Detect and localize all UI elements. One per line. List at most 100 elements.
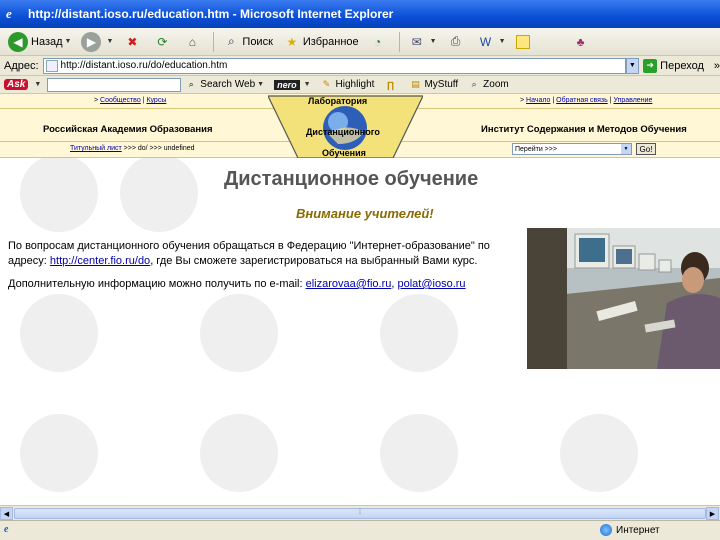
header-links-right: > Начало | Обратная связь | Управление [520, 97, 653, 104]
org-right: Институт Содержания и Методов Обучения [481, 124, 687, 135]
search-icon: ⌕ [228, 34, 235, 48]
globe-watermark [560, 414, 638, 492]
site-header: > Сообщество | Курсы > Начало | Обратная… [0, 94, 720, 158]
students-photo [527, 228, 720, 369]
links-chevron[interactable]: » [714, 60, 720, 72]
chevron-down-icon: ▼ [621, 144, 631, 154]
zoom-icon: ⌕ [471, 79, 477, 89]
discuss-button[interactable] [512, 30, 536, 54]
breadcrumb: Титульный лист >>> do/ >>> undefined [70, 145, 195, 152]
refresh-icon: ⟳ [157, 34, 168, 49]
stop-icon: ✖ [127, 34, 138, 49]
chevron-down-icon[interactable]: ▼ [499, 38, 506, 45]
note-icon [515, 34, 530, 49]
breadcrumb-home[interactable]: Титульный лист [70, 145, 122, 152]
scrollbar-thumb[interactable]: ⁞ [14, 508, 706, 519]
page-title: Дистанционное обучение [224, 168, 479, 190]
go-button[interactable]: ➜ Переход [643, 58, 704, 73]
browser-toolbar: ◀ Назад ▼ ▶ ▼ ✖ ⟳ ⌂ ⌕ Поиск ★ Избранное … [0, 28, 720, 56]
window-title: http://distant.ioso.ru/education.htm - M… [28, 7, 394, 21]
back-button[interactable]: ◀ Назад ▼ [4, 30, 75, 54]
globe-watermark [20, 294, 98, 372]
printer-icon: ⎙ [450, 34, 461, 48]
goto-select[interactable]: Перейти >>> ▼ [512, 143, 632, 155]
go-submit-button[interactable]: Go! [636, 143, 656, 155]
ie-icon: e [6, 6, 12, 21]
highlight-icon: ✎ [322, 79, 331, 89]
nero-logo: nero [274, 79, 300, 90]
forward-arrow-icon: ▶ [81, 31, 102, 52]
globe-watermark [380, 414, 458, 492]
page-icon [45, 59, 58, 72]
link-community[interactable]: Сообщество [100, 97, 141, 104]
ask-search-input[interactable] [47, 77, 182, 92]
status-bar: e Интернет [0, 520, 720, 540]
info-button[interactable]: ∏ [384, 79, 399, 91]
main-text: По вопросам дистанционного обучения обра… [8, 239, 520, 300]
favorites-button[interactable]: ★ Избранное [279, 30, 363, 54]
toolbar-separator [213, 31, 215, 52]
refresh-button[interactable]: ⟳ [149, 30, 177, 54]
chevron-down-icon[interactable]: ▼ [65, 38, 72, 45]
folder-icon: ▤ [411, 79, 420, 89]
chevron-down-icon[interactable]: ▼ [304, 81, 311, 88]
home-icon: ⌂ [188, 34, 197, 49]
highlight-button[interactable]: ✎ Highlight [321, 79, 375, 91]
back-arrow-icon: ◀ [8, 31, 28, 52]
site-nav-row: Титульный лист >>> do/ >>> undefined Пер… [0, 143, 720, 157]
ask-toolbar: Ask ▼ ⌕ Search Web ▼ nero ▼ ✎ Highlight … [0, 76, 720, 94]
print-button[interactable]: ⎙ [443, 30, 471, 54]
info-icon: ∏ [386, 79, 395, 90]
paragraph-email: Дополнительную информацию можно получить… [8, 278, 466, 290]
home-button[interactable]: ⌂ [179, 30, 207, 54]
mystuff-button[interactable]: ▤ MyStuff [409, 79, 458, 91]
link-courses[interactable]: Курсы [146, 97, 166, 104]
go-arrow-icon: ➜ [643, 58, 658, 73]
messenger-button[interactable]: ♣ [568, 30, 596, 54]
mail-button[interactable]: ✉ ▼ [404, 30, 441, 54]
address-input[interactable]: http://distant.ioso.ru/do/education.htm [42, 57, 626, 74]
search-button[interactable]: ⌕ Поиск [218, 30, 276, 54]
zoom-button[interactable]: ⌕ Zoom [468, 79, 509, 91]
link-home[interactable]: Начало [526, 97, 550, 104]
link-admin[interactable]: Управление [613, 97, 652, 104]
link-center-fio[interactable]: http://center.fio.ru/do [50, 255, 150, 267]
edit-button[interactable]: W ▼ [473, 30, 510, 54]
scroll-left-arrow[interactable]: ◀ [0, 507, 13, 520]
history-icon: ◔ [374, 34, 382, 49]
window-titlebar: e http://distant.ioso.ru/education.htm -… [0, 0, 720, 28]
globe-watermark [200, 414, 278, 492]
link-email-elizarova[interactable]: elizarovaa@fio.ru [306, 278, 392, 290]
search-icon: ⌕ [188, 79, 194, 89]
history-button[interactable]: ◔ [365, 30, 393, 54]
horizontal-scrollbar[interactable]: ◀ ⁞ ▶ [0, 505, 720, 520]
forward-button[interactable]: ▶ ▼ [77, 30, 117, 54]
search-web-button[interactable]: ⌕ Search Web ▼ [185, 79, 264, 91]
paragraph-contact: По вопросам дистанционного обучения обра… [8, 240, 490, 267]
attention-heading: Внимание учителей! [296, 206, 434, 221]
edit-icon: W [479, 34, 492, 49]
star-icon: ★ [286, 34, 298, 49]
link-email-polat[interactable]: polat@ioso.ru [398, 278, 466, 290]
globe-watermark [380, 294, 458, 372]
toolbar-separator [398, 31, 400, 52]
globe-icon [600, 524, 612, 536]
address-label: Адрес: [4, 59, 39, 72]
chevron-down-icon[interactable]: ▼ [34, 81, 41, 88]
chevron-down-icon[interactable]: ▼ [257, 81, 264, 88]
ie-icon: e [4, 523, 9, 535]
security-zone: Интернет [600, 524, 660, 536]
scroll-right-arrow[interactable]: ▶ [706, 507, 719, 520]
globe-watermark [20, 154, 98, 232]
globe-watermark [200, 294, 278, 372]
chevron-down-icon[interactable]: ▼ [430, 38, 437, 45]
nero-button[interactable]: nero ▼ [274, 79, 311, 90]
mail-icon: ✉ [411, 34, 422, 49]
link-feedback[interactable]: Обратная связь [556, 97, 608, 104]
page-viewport[interactable]: > Сообщество | Курсы > Начало | Обратная… [0, 94, 720, 520]
ask-logo[interactable]: Ask [4, 79, 29, 90]
chevron-down-icon[interactable]: ▼ [106, 38, 113, 45]
address-dropdown[interactable]: ▼ [625, 57, 640, 74]
messenger-icon: ♣ [576, 34, 585, 49]
stop-button[interactable]: ✖ [119, 30, 147, 54]
